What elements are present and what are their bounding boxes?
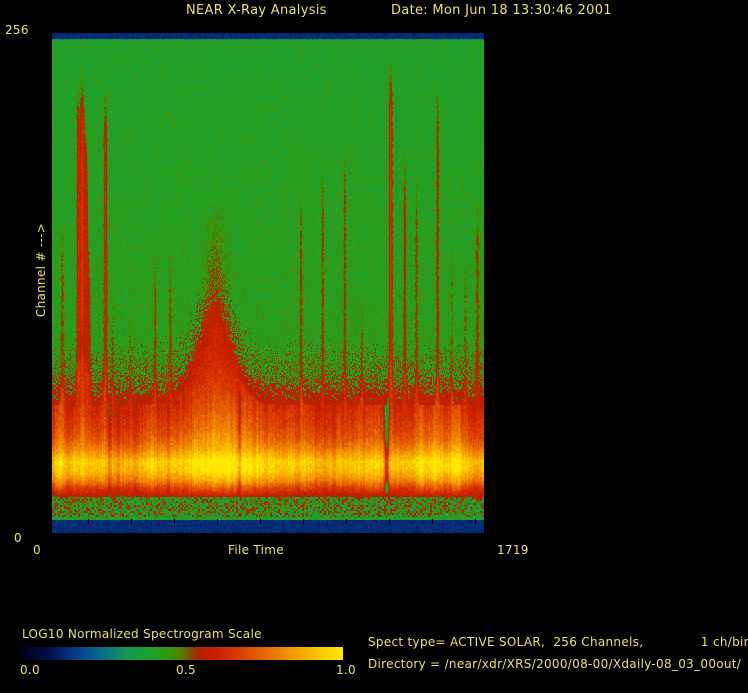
colorbar-tick-1: 0.5 (176, 663, 196, 677)
page-title: NEAR X-Ray Analysis (186, 3, 327, 18)
colorbar-tick-2: 1.0 (336, 663, 356, 677)
colorbar-tick-0: 0.0 (20, 663, 40, 677)
date-label: Date: Mon Jun 18 13:30:46 2001 (391, 3, 612, 18)
y-axis-min-label: 0 (14, 531, 22, 545)
y-axis-title: Channel # ---> (34, 222, 48, 318)
colorbar-title: LOG10 Normalized Spectrogram Scale (22, 627, 262, 641)
colorbar-gradient (22, 647, 343, 660)
x-axis-max-label: 1719 (497, 543, 529, 557)
near-xray-analysis-window: NEAR X-Ray Analysis Date: Mon Jun 18 13:… (0, 0, 748, 693)
directory-line: Directory = /near/xdr/XRS/2000/08-00/Xda… (368, 657, 742, 671)
x-axis-min-label: 0 (33, 543, 41, 557)
spect-type-line: Spect type= ACTIVE SOLAR, 256 Channels, … (368, 635, 748, 649)
x-axis-title: File Time (228, 543, 284, 557)
y-axis-max-label: 256 (5, 23, 29, 37)
spectrogram-plot (52, 33, 484, 533)
